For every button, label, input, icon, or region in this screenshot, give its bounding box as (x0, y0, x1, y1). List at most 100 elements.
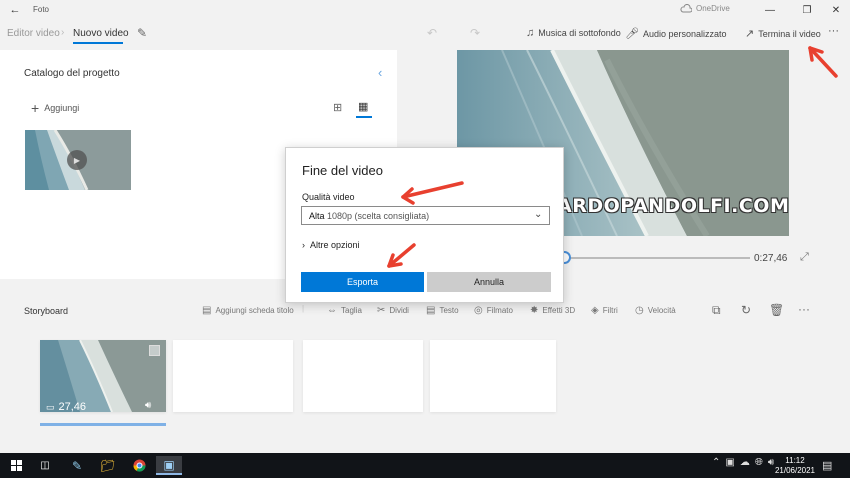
empty-clip-slot (173, 340, 293, 412)
clip-duration: ▭ 27,46 (46, 401, 86, 412)
small-grid-icon[interactable]: ▦ (358, 100, 368, 113)
onedrive-label: OneDrive (696, 4, 730, 13)
quality-level: Alta (309, 211, 325, 221)
video-clip-icon: ▭ (46, 401, 55, 412)
storyboard-more-icon[interactable]: ··· (798, 302, 810, 316)
video-quality-select[interactable]: Alta 1080p (scelta consigliata) ⌄ (301, 206, 550, 225)
chevron-right-icon: › (302, 240, 305, 250)
taskbar: ◫ ✎ 📁︎ ▣ ⌃ ▣ ☁ 🌐︎ 🔊︎ 11:12 21/06/2021 ▤ (0, 453, 850, 478)
breadcrumb-video-editor[interactable]: Editor video (7, 28, 60, 39)
device-icon[interactable]: ▣ (725, 457, 734, 468)
arrow-left-icon[interactable]: ← (8, 3, 22, 17)
3d-effects-icon: ✸ (530, 305, 539, 316)
add-media-label: Aggiungi (44, 103, 80, 113)
toolbar-divider: | (302, 304, 305, 313)
network-icon[interactable]: 🌐︎ (755, 457, 763, 468)
speed-label: Velocità (647, 306, 676, 315)
finish-video-button[interactable]: ↗ Termina il video (745, 27, 821, 40)
watermark-text: ARDOPANDOLFI.COM (557, 195, 789, 217)
arrow-finish-video (808, 46, 838, 78)
custom-audio-button[interactable]: 🎤︎ Audio personalizzato (625, 27, 727, 40)
chrome-logo (133, 459, 145, 472)
crop-icon[interactable]: ⧉ (712, 303, 721, 318)
minimize-icon[interactable]: — (760, 2, 780, 18)
empty-clip-slot (303, 340, 423, 412)
rotate-icon[interactable]: ↻ (741, 303, 751, 317)
large-grid-icon[interactable]: ⊞ (333, 101, 342, 114)
empty-clip-slot (430, 340, 556, 412)
storyboard-clip[interactable]: ▭ 27,46 🔊︎ (40, 340, 166, 412)
onedrive-tray-icon[interactable]: ☁ (740, 457, 750, 468)
windows-logo (10, 460, 22, 471)
clip-select-checkbox[interactable] (149, 345, 160, 356)
title-bar: ← Foto OneDrive — ❐ ✕ (0, 0, 850, 20)
notepad-icon[interactable]: ✎ (64, 456, 90, 475)
onedrive-status[interactable]: OneDrive (680, 4, 730, 13)
filters-icon: ◈ (591, 305, 599, 316)
share-icon: ↗ (745, 28, 755, 40)
cancel-button[interactable]: Annulla (427, 272, 551, 292)
video-duration: 0:27,46 (754, 253, 788, 264)
windows-start-icon[interactable] (3, 456, 29, 475)
fullscreen-icon[interactable]: ⤢ (800, 251, 809, 264)
more-options-toggle[interactable]: › Altre opzioni (302, 240, 360, 250)
task-view-icon[interactable]: ◫ (32, 456, 58, 475)
export-button[interactable]: Esporta (301, 272, 424, 292)
filters-button[interactable]: ◈ Filtri (591, 305, 618, 316)
system-clock[interactable]: 11:12 21/06/2021 (772, 456, 818, 476)
background-music-button[interactable]: ♫ Musica di sottofondo (526, 27, 621, 39)
play-icon: ▶ (67, 150, 87, 170)
delete-icon[interactable]: 🗑︎ (769, 303, 784, 317)
redo-icon[interactable]: ↷ (470, 26, 480, 40)
breadcrumb-separator-icon: › (61, 27, 65, 38)
volume-icon[interactable]: 🔊︎ (145, 400, 151, 411)
microphone-icon: 🎤︎ (625, 28, 639, 40)
video-quality-label: Qualità video (302, 192, 355, 202)
music-note-icon: ♫ (526, 27, 535, 39)
motion-button[interactable]: ◎ Filmato (474, 305, 513, 316)
storyboard-clips: ▭ 27,46 🔊︎ (0, 330, 850, 450)
background-music-label: Musica di sottofondo (538, 28, 621, 38)
text-button[interactable]: ▤ Testo (426, 305, 459, 316)
text-icon: ▤ (426, 305, 436, 316)
clock-time: 11:12 (785, 456, 805, 465)
add-media-button[interactable]: + Aggiungi (31, 100, 79, 116)
3d-effects-label: Effetti 3D (542, 306, 576, 315)
seek-bar[interactable] (560, 257, 750, 259)
more-options-icon[interactable]: ··· (828, 25, 839, 37)
add-title-card-label: Aggiungi scheda titolo (215, 306, 294, 315)
clock-date: 21/06/2021 (774, 466, 816, 475)
cloud-icon (680, 4, 692, 13)
close-icon[interactable]: ✕ (826, 2, 846, 18)
toolbar: Editor video › Nuovo video ✎ ↶ ↷ ♫ Music… (0, 20, 850, 46)
split-button[interactable]: ✂ Dividi (377, 305, 409, 316)
app-name: Foto (33, 5, 50, 14)
breadcrumb-new-video[interactable]: Nuovo video (73, 28, 129, 39)
chevron-up-icon[interactable]: ⌃ (712, 457, 720, 468)
restore-icon[interactable]: ❐ (797, 2, 817, 18)
grid-selected-underline (356, 116, 372, 118)
undo-icon[interactable]: ↶ (427, 26, 437, 40)
notification-icon[interactable]: ▤ (822, 459, 832, 472)
3d-effects-button[interactable]: ✸ Effetti 3D (530, 305, 575, 316)
speed-button[interactable]: ◷ Velocità (635, 305, 676, 316)
clip-selected-underline (40, 423, 166, 426)
media-thumbnail[interactable]: ▶ (25, 130, 131, 190)
trim-button[interactable]: ⇔ Taglia (327, 305, 362, 316)
title-card-icon: ▤ (202, 305, 212, 316)
filters-label: Filtri (602, 306, 618, 315)
pencil-icon[interactable]: ✎ (137, 26, 147, 40)
file-explorer-icon[interactable]: 📁︎ (95, 456, 121, 475)
add-title-card-button[interactable]: ▤ Aggiungi scheda titolo (202, 305, 294, 316)
split-label: Dividi (389, 306, 409, 315)
catalog-title: Catalogo del progetto (24, 68, 120, 79)
chrome-icon[interactable] (126, 456, 152, 475)
breadcrumb-underline (73, 42, 123, 44)
finish-video-dialog: Fine del video Qualità video Alta 1080p … (285, 147, 564, 303)
video-quality-value: Alta 1080p (scelta consigliata) (309, 211, 429, 221)
photos-app-icon[interactable]: ▣ (156, 456, 182, 475)
collapse-panel-icon[interactable]: ‹ (378, 65, 382, 80)
trim-icon: ⇔ (327, 305, 337, 316)
storyboard-title: Storyboard (24, 306, 69, 316)
motion-label: Filmato (486, 306, 513, 315)
